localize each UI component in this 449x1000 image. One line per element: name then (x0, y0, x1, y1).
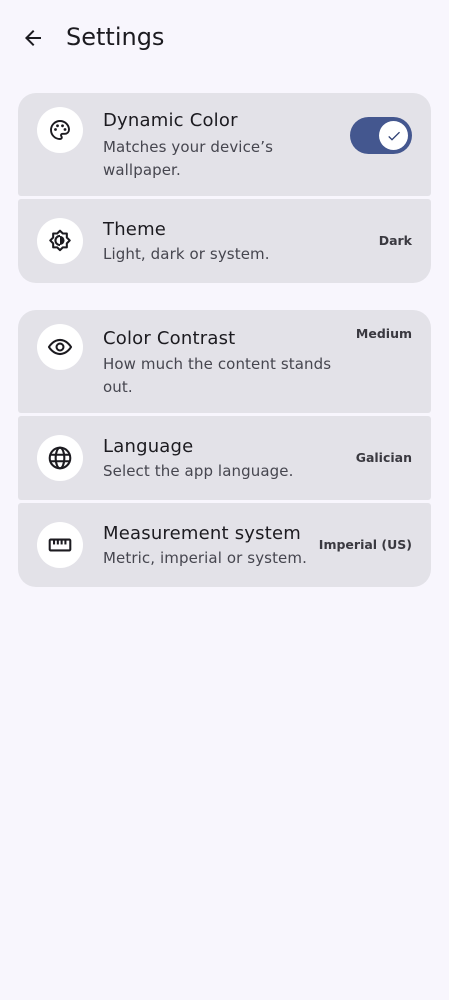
back-button[interactable] (14, 20, 52, 56)
setting-dynamic-color[interactable]: Dynamic Color Matches your device’s wall… (18, 93, 431, 196)
setting-title: Language (103, 436, 194, 457)
setting-subtitle: Metric, imperial or system. (103, 549, 307, 567)
globe-icon (48, 446, 72, 470)
setting-value: Medium (355, 326, 412, 341)
setting-text: Color Contrast How much the content stan… (103, 328, 338, 399)
eye-icon (47, 338, 73, 356)
page-title: Settings (66, 23, 165, 51)
setting-text: Measurement system Metric, imperial or s… (103, 523, 307, 570)
dynamic-color-toggle[interactable] (350, 117, 412, 154)
icon-badge (37, 107, 83, 153)
setting-subtitle: Select the app language. (103, 462, 294, 480)
icon-badge (37, 218, 83, 264)
setting-measurement-system[interactable]: Measurement system Metric, imperial or s… (18, 503, 431, 587)
setting-text: Dynamic Color Matches your device’s wall… (103, 110, 313, 182)
setting-text: Language Select the app language. (103, 436, 293, 483)
setting-title: Theme (103, 219, 167, 240)
palette-icon (50, 120, 70, 140)
toggle-thumb (379, 121, 408, 150)
icon-badge (37, 324, 83, 370)
arrow-back-icon (25, 30, 41, 46)
brightness-auto-icon (49, 229, 71, 252)
setting-value: Imperial (US) (318, 537, 412, 552)
settings-group-accessibility: Color Contrast How much the content stan… (18, 310, 431, 587)
setting-value: Galician (355, 450, 412, 465)
setting-subtitle: Light, dark or system. (103, 245, 270, 263)
setting-text: Theme Light, dark or system. (103, 219, 270, 266)
setting-language[interactable]: Language Select the app language. Galici… (18, 416, 431, 500)
setting-subtitle: How much the content stands out. (103, 355, 332, 396)
icon-badge (37, 522, 83, 568)
setting-value: Dark (378, 233, 412, 248)
setting-title: Measurement system (103, 523, 301, 544)
setting-color-contrast[interactable]: Color Contrast How much the content stan… (18, 310, 431, 413)
top-app-bar: Settings (0, 0, 449, 76)
setting-theme[interactable]: Theme Light, dark or system. Dark (18, 199, 431, 283)
setting-title: Color Contrast (103, 328, 236, 349)
setting-title: Dynamic Color (103, 110, 238, 131)
icon-badge (37, 435, 83, 481)
check-icon (387, 131, 400, 141)
settings-group-appearance: Dynamic Color Matches your device’s wall… (18, 93, 431, 283)
setting-subtitle: Matches your device’s wallpaper. (103, 138, 274, 179)
ruler-icon (48, 538, 72, 552)
